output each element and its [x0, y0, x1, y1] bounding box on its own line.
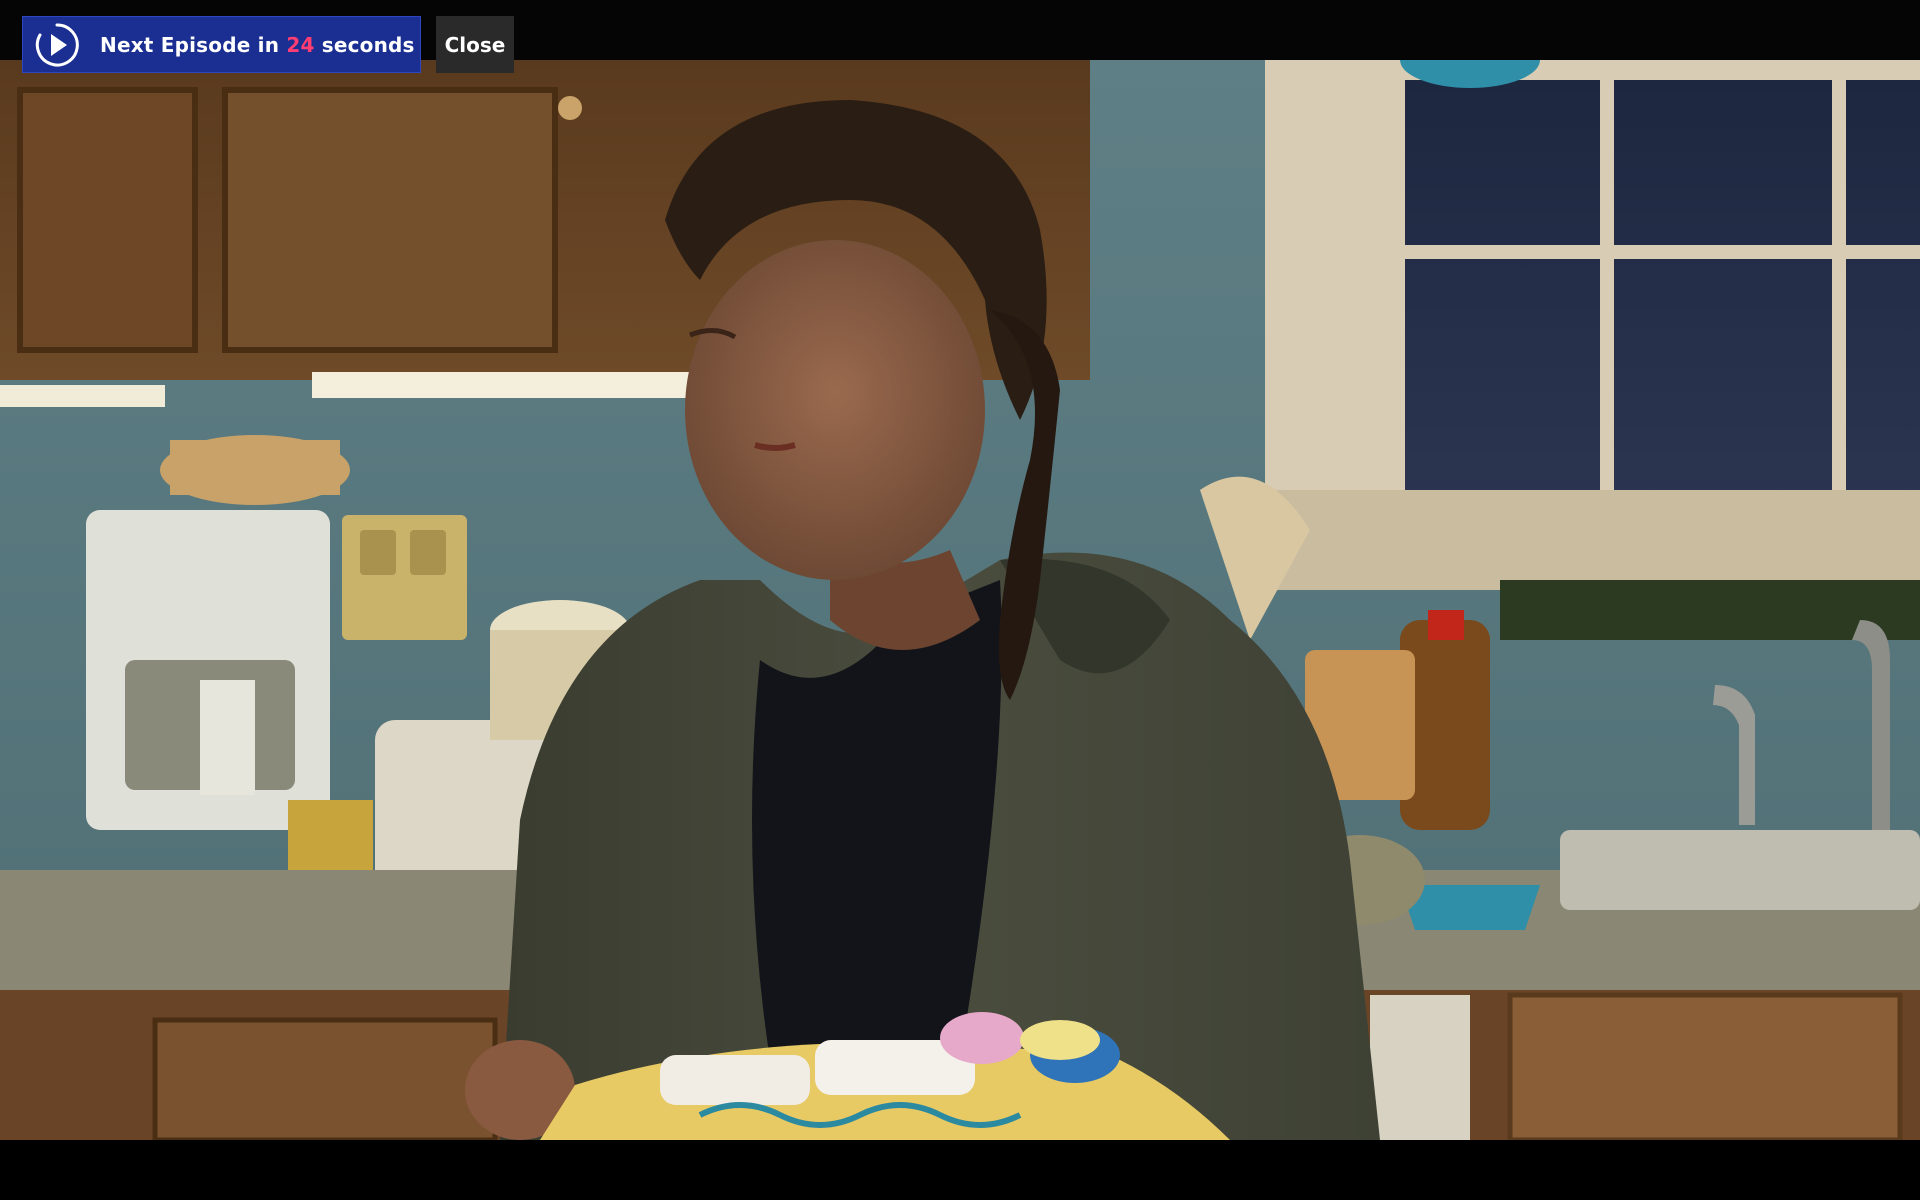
letterbox-bottom: [0, 1140, 1920, 1200]
next-episode-suffix: seconds: [321, 32, 415, 57]
next-episode-button[interactable]: Next Episode in 24 seconds: [22, 16, 421, 73]
close-button[interactable]: Close: [436, 16, 514, 73]
next-episode-label: Next Episode in 24 seconds: [100, 33, 415, 57]
play-circle-icon: [35, 22, 79, 66]
video-player[interactable]: Next Episode in 24 seconds Close: [0, 0, 1920, 1200]
video-scene-image: [0, 60, 1920, 1140]
next-episode-prefix: Next Episode in: [100, 32, 280, 57]
countdown-value: 24: [286, 32, 315, 57]
video-frame[interactable]: [0, 60, 1920, 1140]
